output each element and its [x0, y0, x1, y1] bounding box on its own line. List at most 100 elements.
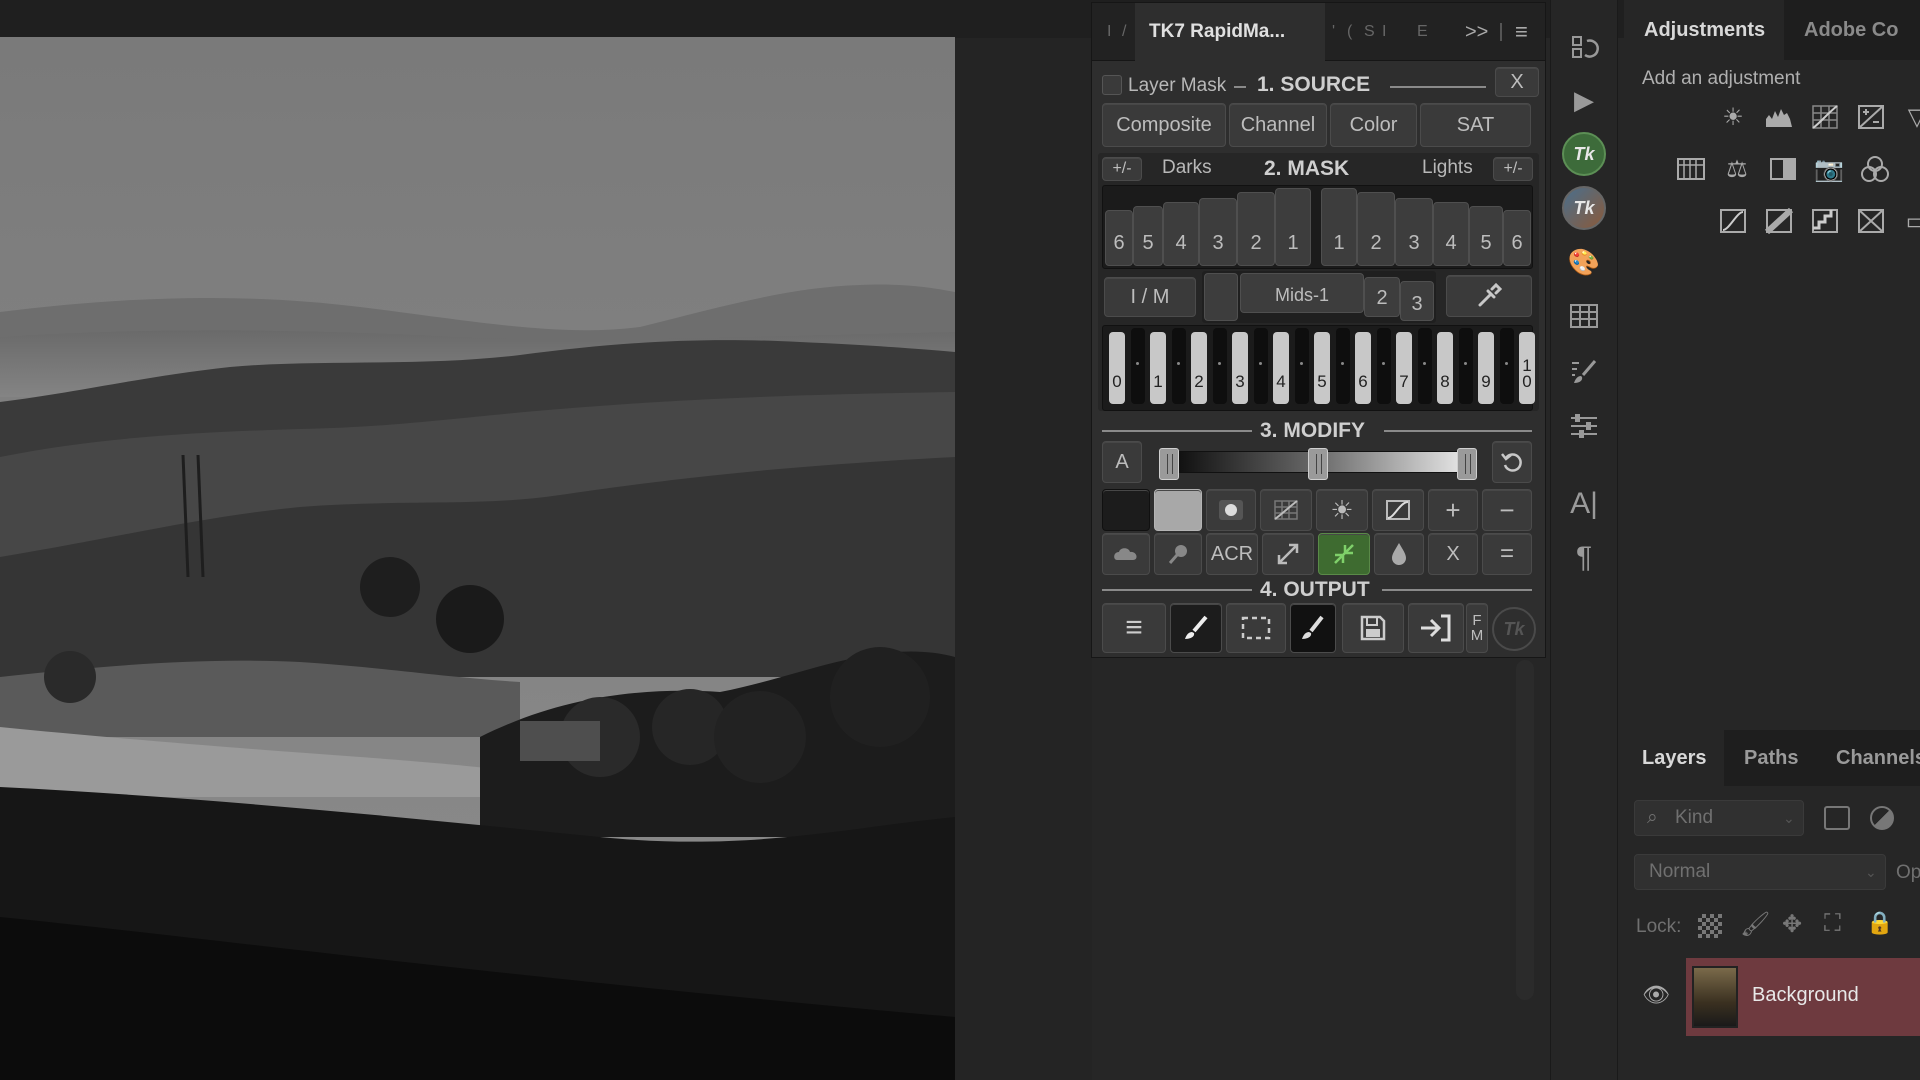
- lights-1-button[interactable]: 1: [1321, 188, 1357, 266]
- tk-logo-icon[interactable]: Tk: [1492, 607, 1536, 651]
- tab-channels[interactable]: Channels: [1836, 730, 1920, 786]
- paragraph-icon[interactable]: ¶: [1559, 536, 1609, 580]
- zone-6-half-key[interactable]: [1377, 328, 1391, 404]
- blend-mode-select[interactable]: Normal ⌄: [1634, 854, 1886, 890]
- zone-0-key[interactable]: 0: [1109, 332, 1125, 404]
- paint-mask-button[interactable]: [1170, 603, 1222, 653]
- collapsed-tab-1[interactable]: I: [1107, 23, 1111, 41]
- actions-play-icon[interactable]: ▶: [1559, 78, 1609, 122]
- threshold-icon[interactable]: [1806, 202, 1844, 240]
- source-channel-button[interactable]: Channel: [1229, 103, 1327, 147]
- zone-3-half-key[interactable]: [1254, 328, 1268, 404]
- add-mask-button[interactable]: +: [1428, 489, 1478, 531]
- lock-all-icon[interactable]: 🔒: [1866, 910, 1893, 936]
- layer-row-background[interactable]: 👁 Background: [1624, 958, 1920, 1036]
- zone-1-key[interactable]: 1: [1150, 332, 1166, 404]
- darks-4-button[interactable]: 4: [1163, 202, 1199, 266]
- zone-5-half-key[interactable]: [1336, 328, 1350, 404]
- lights-6-button[interactable]: 6: [1503, 210, 1531, 266]
- equals-button[interactable]: =: [1482, 533, 1532, 575]
- fill-black-button[interactable]: [1102, 489, 1150, 531]
- zone-0-half-key[interactable]: [1131, 328, 1145, 404]
- zone-10-key[interactable]: 1 0: [1519, 332, 1535, 404]
- feather-button[interactable]: [1374, 533, 1424, 575]
- selective-color-icon[interactable]: [1852, 202, 1890, 240]
- intersect-button[interactable]: X: [1428, 533, 1478, 575]
- vibrance-icon[interactable]: ▽: [1898, 98, 1920, 136]
- eyedropper-button[interactable]: [1446, 275, 1532, 317]
- lock-image-pixels-icon[interactable]: 🖌: [1740, 910, 1770, 939]
- darks-3-button[interactable]: 3: [1199, 198, 1237, 266]
- hue-saturation-icon[interactable]: [1672, 150, 1710, 188]
- zone-1-half-key[interactable]: [1172, 328, 1186, 404]
- filter-pixel-layer-icon[interactable]: [1824, 806, 1850, 830]
- filter-adjustment-layer-icon[interactable]: [1870, 806, 1894, 830]
- layer-filter-kind-select[interactable]: ⌕ Kind ⌄: [1634, 800, 1804, 836]
- mask-preview-button[interactable]: [1206, 489, 1256, 531]
- collapsed-tab-3[interactable]: ': [1332, 23, 1335, 41]
- collapsed-tab-2[interactable]: /: [1122, 23, 1126, 41]
- lights-5-button[interactable]: 5: [1469, 206, 1503, 266]
- color-balance-icon[interactable]: ⚖: [1718, 150, 1756, 188]
- mids-3-button[interactable]: 3: [1400, 281, 1434, 321]
- output-menu-button[interactable]: ≡: [1102, 603, 1166, 653]
- zone-7-half-key[interactable]: [1418, 328, 1432, 404]
- collapsed-tab-5[interactable]: S: [1364, 23, 1375, 41]
- layer-mask-checkbox[interactable]: [1102, 75, 1122, 95]
- save-mask-button[interactable]: [1342, 603, 1404, 653]
- lights-4-button[interactable]: 4: [1433, 202, 1469, 266]
- expand-mask-button[interactable]: [1262, 533, 1314, 575]
- zone-2-half-key[interactable]: [1213, 328, 1227, 404]
- darks-2-button[interactable]: 2: [1237, 192, 1275, 266]
- subtract-mask-button[interactable]: −: [1482, 489, 1532, 531]
- document-image[interactable]: [0, 37, 955, 1080]
- levels-slider[interactable]: [1159, 448, 1477, 480]
- exposure-icon[interactable]: [1852, 98, 1890, 136]
- panel-menu-icon[interactable]: ≡: [1515, 19, 1528, 45]
- levels-icon[interactable]: [1760, 98, 1798, 136]
- collapsed-tab-6[interactable]: I: [1382, 23, 1386, 41]
- lights-3-button[interactable]: 3: [1395, 198, 1433, 266]
- source-color-button[interactable]: Color: [1330, 103, 1417, 147]
- zone-3-key[interactable]: 3: [1232, 332, 1248, 404]
- lights-2-button[interactable]: 2: [1357, 192, 1395, 266]
- fill-white-button[interactable]: [1154, 489, 1202, 531]
- zone-4-half-key[interactable]: [1295, 328, 1309, 404]
- brightness-contrast-icon[interactable]: ☀: [1714, 98, 1752, 136]
- acr-button[interactable]: ACR: [1206, 533, 1258, 575]
- zone-4-key[interactable]: 4: [1273, 332, 1289, 404]
- grid-table-icon[interactable]: [1559, 294, 1609, 338]
- lights-invert-button[interactable]: +/-: [1493, 157, 1533, 181]
- curve-adjust-button[interactable]: [1372, 489, 1424, 531]
- source-composite-button[interactable]: Composite: [1102, 103, 1226, 147]
- mids-2-button[interactable]: 2: [1364, 277, 1400, 317]
- source-sat-button[interactable]: SAT: [1420, 103, 1531, 147]
- invert-mask-button[interactable]: I / M: [1104, 277, 1196, 317]
- tab-layers[interactable]: Layers: [1642, 730, 1707, 786]
- modify-a-button[interactable]: A: [1102, 441, 1142, 483]
- zone-8-key[interactable]: 8: [1437, 332, 1453, 404]
- zone-6-key[interactable]: 6: [1355, 332, 1371, 404]
- photo-filter-icon[interactable]: 📷: [1810, 150, 1848, 188]
- visibility-eye-icon[interactable]: 👁: [1642, 982, 1670, 1008]
- zone-9-half-key[interactable]: [1500, 328, 1514, 404]
- mask-view-button[interactable]: [1102, 533, 1150, 575]
- close-panel-button[interactable]: X: [1495, 67, 1539, 97]
- darks-5-button[interactable]: 5: [1133, 206, 1163, 266]
- tab-adobe-color[interactable]: Adobe Co: [1804, 0, 1898, 60]
- posterize-icon[interactable]: [1760, 202, 1798, 240]
- brightness-button[interactable]: ☀: [1316, 489, 1368, 531]
- zone-5-key[interactable]: 5: [1314, 332, 1330, 404]
- character-icon[interactable]: A|: [1559, 482, 1609, 526]
- collapsed-tab-4[interactable]: (: [1347, 23, 1352, 41]
- tk7-color-icon[interactable]: Tk: [1559, 186, 1609, 230]
- tab-adjustments[interactable]: Adjustments: [1624, 0, 1784, 60]
- zone-2-key[interactable]: 2: [1191, 332, 1207, 404]
- zone-9-key[interactable]: 9: [1478, 332, 1494, 404]
- pin-button[interactable]: [1154, 533, 1202, 575]
- panel-scrollbar[interactable]: [1516, 660, 1534, 1000]
- swatches-palette-icon[interactable]: 🎨: [1559, 240, 1609, 284]
- selection-button[interactable]: [1226, 603, 1286, 653]
- slider-white-thumb[interactable]: [1456, 448, 1477, 480]
- black-white-icon[interactable]: [1764, 150, 1802, 188]
